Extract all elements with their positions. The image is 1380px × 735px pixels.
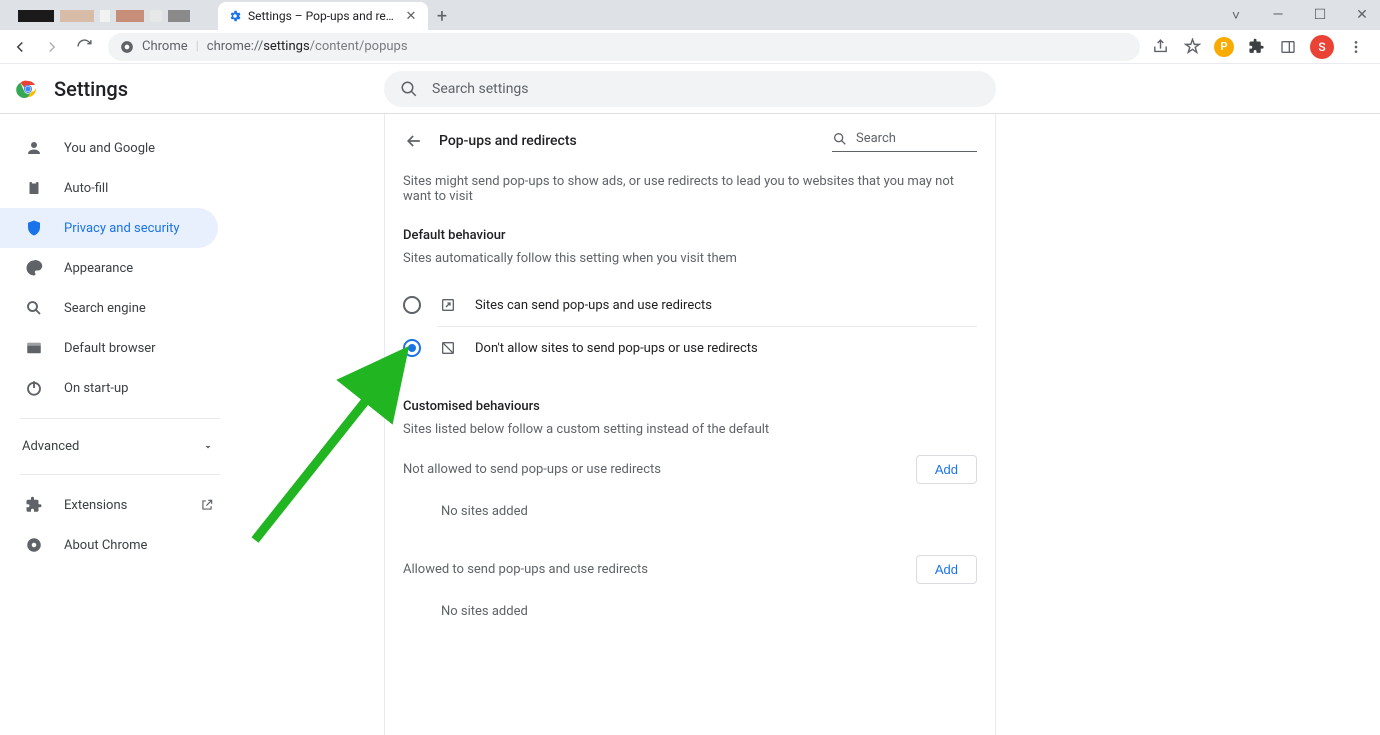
sidebar-item-on-startup[interactable]: On start-up [0,368,218,408]
sidebar-item-about-chrome[interactable]: About Chrome [0,525,218,565]
not-allowed-empty-text: No sites added [403,494,977,529]
sidebar-item-search-engine[interactable]: Search engine [0,288,218,328]
add-not-allowed-button[interactable]: Add [916,455,977,484]
chrome-icon [120,40,134,54]
person-icon [24,138,44,158]
default-behaviour-subtitle: Sites automatically follow this setting … [403,251,977,266]
sidebar-item-label: On start-up [64,381,128,396]
panel-search-placeholder: Search [856,131,896,146]
radio-checked-icon [403,339,421,357]
palette-icon [24,258,44,278]
allowed-list-label: Allowed to send pop-ups and use redirect… [403,562,648,577]
add-allowed-button[interactable]: Add [916,555,977,584]
reload-button[interactable] [70,33,98,61]
profile-avatar[interactable]: S [1310,35,1334,59]
open-external-icon [200,498,214,512]
sidebar-item-you-and-google[interactable]: You and Google [0,128,218,168]
maximize-icon[interactable]: ☐ [1308,7,1332,23]
close-icon[interactable]: ✕ [404,9,418,23]
tab-swatch [168,10,190,22]
settings-title: Settings [54,77,128,101]
sidebar-item-label: Extensions [64,498,127,513]
search-settings-placeholder: Search settings [432,81,529,97]
sidebar-advanced-toggle[interactable]: Advanced [0,429,240,464]
panel-search-input[interactable]: Search [832,131,977,152]
radio-unchecked-icon [403,296,421,314]
settings-panel: Pop-ups and redirects Search Sites might… [384,114,996,735]
settings-header: Settings Search settings [0,64,1380,114]
popup-blocked-icon [439,339,457,357]
tab-swatch [150,10,162,22]
sidebar-item-label: About Chrome [64,538,147,553]
sidebar-item-label: Search engine [64,301,146,316]
custom-behaviours-subtitle: Sites listed below follow a custom setti… [403,422,977,437]
tab-other[interactable] [8,2,218,30]
chrome-outline-icon [24,535,44,555]
allowed-empty-text: No sites added [403,594,977,629]
chevron-down-icon [202,441,214,453]
extensions-puzzle-icon[interactable] [1246,37,1266,57]
extension-badge-icon[interactable]: P [1214,37,1234,57]
browser-toolbar: Chrome | chrome://settings/content/popup… [0,30,1380,64]
custom-behaviours-title: Customised behaviours [403,399,977,414]
sidebar-advanced-label: Advanced [22,439,79,454]
radio-option-allow[interactable]: Sites can send pop-ups and use redirects [403,284,977,326]
not-allowed-list-label: Not allowed to send pop-ups or use redir… [403,462,661,477]
chevron-down-icon[interactable]: ˅ [1224,7,1248,24]
panel-description: Sites might send pop-ups to show ads, or… [403,174,977,204]
chrome-logo-icon [16,77,40,101]
tab-swatch [18,10,54,22]
power-icon [24,378,44,398]
tab-swatch [100,10,110,22]
popup-open-icon [439,296,457,314]
minimize-icon[interactable]: — [1266,7,1290,23]
kebab-menu-icon[interactable] [1346,37,1366,57]
side-panel-icon[interactable] [1278,37,1298,57]
address-bar[interactable]: Chrome | chrome://settings/content/popup… [108,33,1140,61]
gear-icon [228,9,242,23]
sidebar-item-label: Auto-fill [64,181,108,196]
puzzle-icon [24,495,44,515]
back-button[interactable] [6,33,34,61]
tab-title: Settings – Pop-ups and redirects [248,9,398,23]
tab-swatch [60,10,94,22]
settings-sidebar: You and Google Auto-fill Privacy and sec… [0,114,240,735]
bookmark-star-icon[interactable] [1182,37,1202,57]
sidebar-item-label: Appearance [64,261,133,276]
new-tab-button[interactable]: + [428,2,456,30]
sidebar-item-privacy-security[interactable]: Privacy and security [0,208,218,248]
panel-title: Pop-ups and redirects [439,133,818,149]
sidebar-item-default-browser[interactable]: Default browser [0,328,218,368]
sidebar-item-label: You and Google [64,141,155,156]
clipboard-icon [24,178,44,198]
search-icon [832,131,848,147]
tab-strip: Settings – Pop-ups and redirects ✕ + ˅ —… [0,0,1380,30]
search-icon [24,298,44,318]
radio-option-block[interactable]: Don't allow sites to send pop-ups or use… [437,326,977,369]
sidebar-item-extensions[interactable]: Extensions [0,485,200,525]
default-behaviour-title: Default behaviour [403,228,977,243]
search-icon [400,80,418,98]
tab-settings[interactable]: Settings – Pop-ups and redirects ✕ [218,2,428,30]
close-window-icon[interactable]: ✕ [1350,7,1374,23]
browser-icon [24,338,44,358]
sidebar-item-label: Default browser [64,341,156,356]
sidebar-item-appearance[interactable]: Appearance [0,248,218,288]
radio-option-label: Sites can send pop-ups and use redirects [475,298,712,313]
radio-option-label: Don't allow sites to send pop-ups or use… [475,341,758,356]
search-settings-input[interactable]: Search settings [384,71,996,107]
share-icon[interactable] [1150,37,1170,57]
window-controls: ˅ — ☐ ✕ [1224,0,1374,30]
sidebar-item-autofill[interactable]: Auto-fill [0,168,218,208]
shield-icon [24,218,44,238]
sidebar-item-label: Privacy and security [64,221,180,236]
url-origin-label: Chrome [142,39,188,54]
tab-swatch [116,10,144,22]
forward-button[interactable] [38,33,66,61]
back-arrow-icon[interactable] [403,130,425,152]
